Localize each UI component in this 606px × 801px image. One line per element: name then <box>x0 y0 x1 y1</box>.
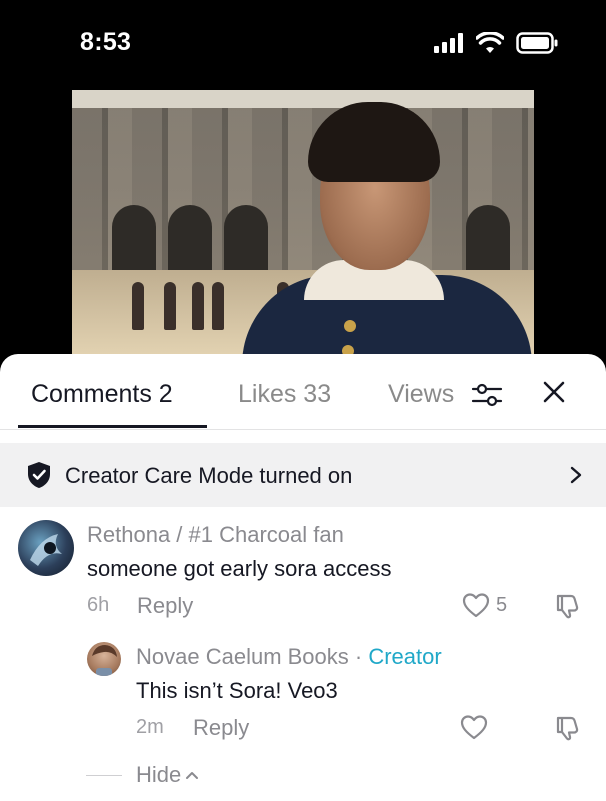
signal-icon <box>434 33 463 53</box>
creator-care-text: Creator Care Mode turned on <box>65 463 353 488</box>
active-tab-indicator <box>18 425 207 428</box>
separator: · <box>348 644 369 669</box>
wifi-icon <box>476 32 504 53</box>
figure <box>212 282 224 330</box>
arch <box>112 205 156 275</box>
divider <box>86 774 122 776</box>
avatar-art <box>92 645 117 676</box>
like-button[interactable] <box>460 714 488 740</box>
arch <box>168 205 212 275</box>
close-icon[interactable] <box>540 378 568 406</box>
comments-sheet: Comments 2 Likes 33 Views Creator Care M… <box>0 354 606 801</box>
tab-comments[interactable]: Comments 2 <box>31 380 173 409</box>
like-button[interactable]: 5 <box>462 592 507 618</box>
heart-icon <box>460 715 488 740</box>
video-frame[interactable] <box>72 90 534 360</box>
avatar[interactable] <box>87 642 121 676</box>
tab-views[interactable]: Views <box>388 380 454 409</box>
status-icons <box>434 32 558 54</box>
figure <box>132 282 144 330</box>
sky <box>72 90 534 108</box>
arch <box>224 205 268 275</box>
status-bar: 8:53 <box>0 0 606 90</box>
reply-time: 2m <box>136 716 164 738</box>
reply-button[interactable]: Reply <box>137 593 193 619</box>
creator-care-banner[interactable]: Creator Care Mode turned on <box>0 443 606 507</box>
hide-replies-button[interactable]: Hide <box>86 762 199 788</box>
dislike-icon[interactable] <box>554 714 582 742</box>
comment-author[interactable]: Rethona / #1 Charcoal fan <box>87 522 344 548</box>
shield-check-icon <box>28 462 50 488</box>
like-count: 5 <box>496 593 508 616</box>
status-time: 8:53 <box>80 28 132 56</box>
avatar[interactable] <box>18 520 74 576</box>
battery-icon <box>516 32 558 54</box>
figure <box>164 282 176 330</box>
dislike-icon[interactable] <box>554 592 582 620</box>
tab-bar: Comments 2 Likes 33 Views <box>0 354 606 430</box>
chevron-right-icon <box>570 466 582 484</box>
figure <box>192 282 204 330</box>
reply-item: Novae Caelum Books · Creator This isn’t … <box>0 636 606 746</box>
heart-icon <box>462 593 490 618</box>
coat-button <box>344 320 356 332</box>
reply-author-line: Novae Caelum Books · Creator <box>136 644 442 670</box>
divider <box>0 429 606 430</box>
reply-text: This isn’t Sora! Veo3 <box>136 678 338 703</box>
sliders-icon[interactable] <box>470 378 504 412</box>
chevron-up-icon <box>186 772 199 779</box>
comment-item: Rethona / #1 Charcoal fan someone got ea… <box>0 514 606 624</box>
avatar-art <box>30 534 62 566</box>
hide-label: Hide <box>136 762 182 787</box>
reply-author[interactable]: Novae Caelum Books <box>136 644 349 669</box>
arch <box>466 205 510 275</box>
tab-likes[interactable]: Likes 33 <box>238 380 331 409</box>
comment-time: 6h <box>87 594 110 616</box>
comment-text: someone got early sora access <box>87 556 392 581</box>
reply-button[interactable]: Reply <box>193 715 249 741</box>
creator-badge: Creator <box>368 644 442 669</box>
